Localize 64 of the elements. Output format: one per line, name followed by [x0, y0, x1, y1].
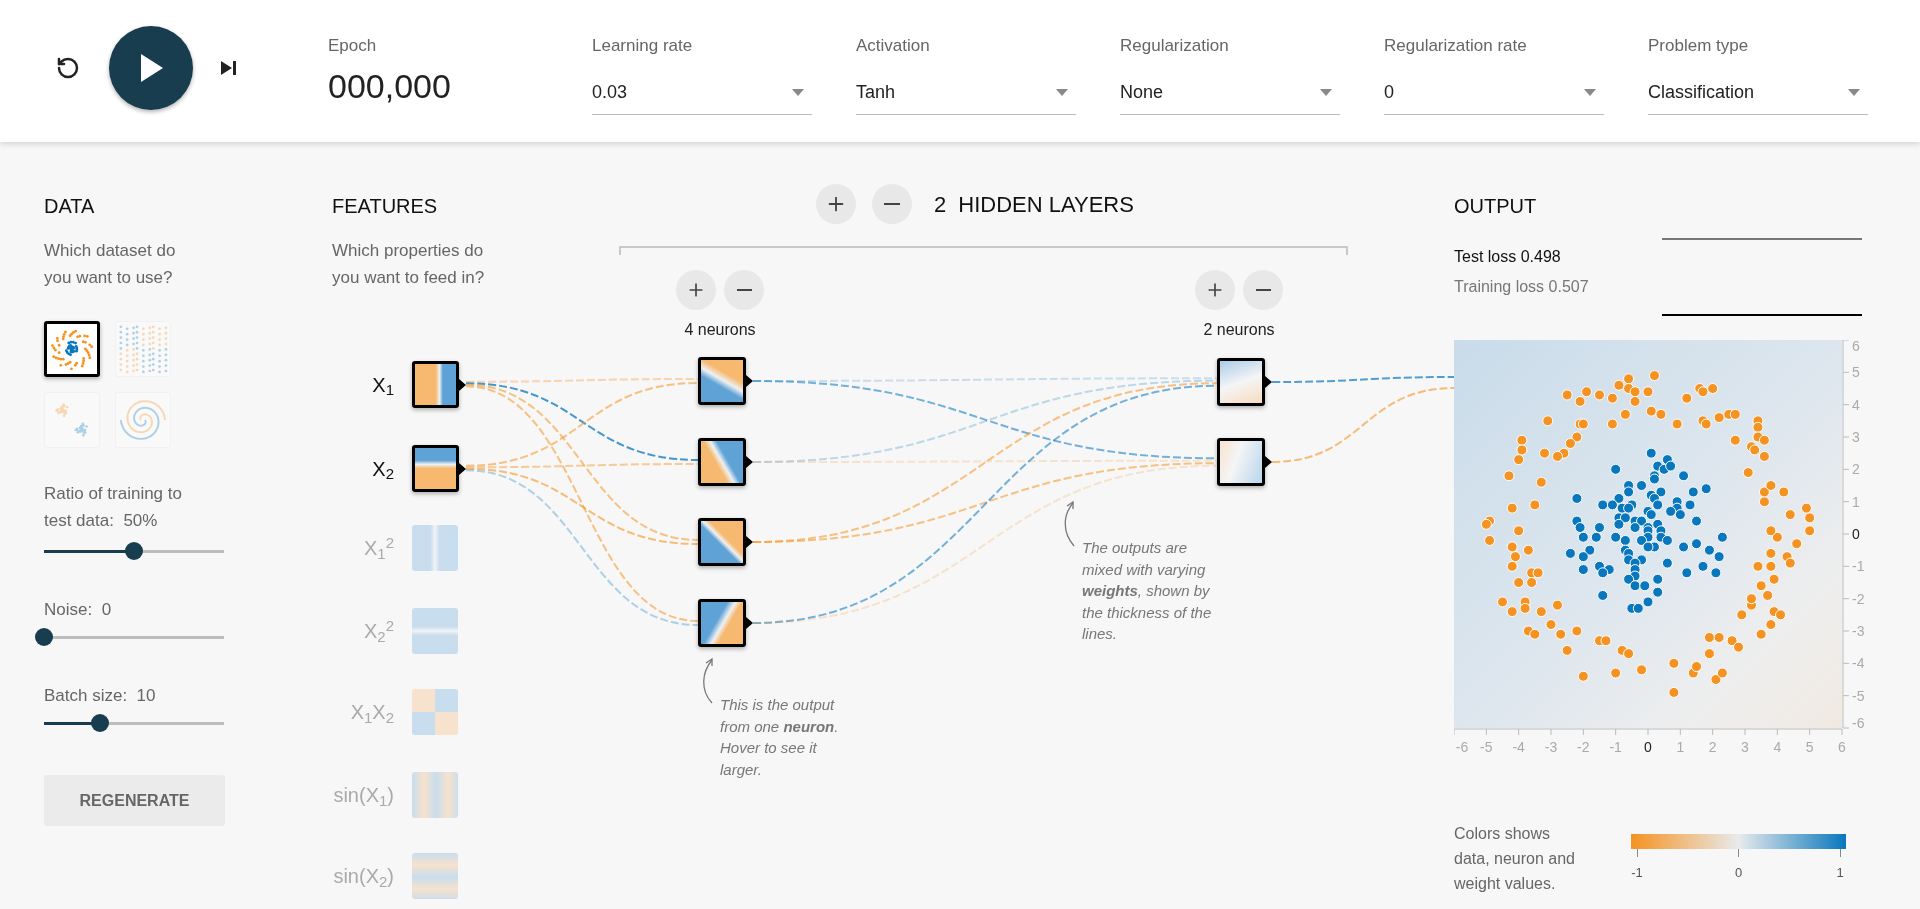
dropdown-label: Activation — [856, 35, 930, 57]
section-description: Which properties do you want to feed in? — [332, 240, 486, 289]
dropdown-label: Problem type — [1648, 35, 1749, 57]
axis-tick-label: -2 — [1577, 739, 1590, 755]
dropdown-select[interactable]: Classification — [1648, 70, 1868, 115]
axis-tick-label: 5 — [1805, 739, 1814, 755]
axis-tick-label: -5 — [1852, 687, 1865, 704]
section-heading: DATA — [44, 194, 95, 219]
annotation-text: This is the output from one neuron. Hover to see it larger. — [720, 695, 840, 780]
slider-label: Noise: 0 — [44, 599, 113, 621]
axis-tick-label: 5 — [1852, 364, 1860, 381]
regenerate-button[interactable]: REGENERATE — [44, 775, 225, 826]
axis-tick-label: 6 — [1838, 739, 1846, 755]
axis-tick-label: -3 — [1852, 623, 1865, 639]
axis-tick-label: -1 — [1852, 558, 1865, 575]
feature-label: sin(X$_{1}$) — [332, 783, 395, 810]
axis-tick-label: -2 — [1852, 590, 1865, 607]
scale-tick-label: 0 — [1734, 864, 1743, 882]
feature-label: X$_{1}$X$_{2}$ — [349, 700, 395, 727]
dropdown-select[interactable]: None — [1120, 70, 1340, 115]
layers-heading: HIDDEN LAYERS — [958, 190, 1134, 219]
axis-tick-label: 3 — [1852, 429, 1860, 445]
training-loss: Training loss 0.507 — [1454, 277, 1589, 297]
dropdown-select[interactable]: 0 — [1384, 70, 1604, 115]
axis-tick-label: 1 — [1852, 493, 1860, 510]
legend-text: Colors shows data, neuron and weight values. — [1454, 824, 1576, 894]
neuron-count: 4 neurons — [684, 320, 756, 340]
section-description: Which dataset do you want to use? — [44, 240, 177, 289]
epoch-label: Epoch — [328, 35, 377, 57]
axis-tick-label: 6 — [1852, 340, 1860, 354]
axis-tick-label: 1 — [1676, 739, 1685, 755]
feature-label: X$_{2}$ — [371, 456, 395, 484]
slider-label: Ratio of training to test data: 50% — [44, 483, 183, 532]
axis-tick-label: 0 — [1644, 739, 1652, 755]
scale-tick-label: 1 — [1836, 864, 1844, 882]
test-loss: Test loss 0.498 — [1454, 247, 1561, 267]
dropdown-select[interactable]: 0.03 — [592, 70, 812, 115]
axis-tick-label: -6 — [1455, 739, 1469, 755]
annotation-text: The outputs are mixed with varying weights, shown by the thickness of the lines. — [1082, 538, 1213, 644]
axis-tick-label: 3 — [1741, 739, 1749, 755]
dropdown-label: Learning rate — [592, 35, 693, 57]
dropdown-select[interactable]: Tanh — [856, 70, 1076, 115]
epoch-counter: 000,000 — [328, 69, 451, 103]
section-heading: FEATURES — [332, 194, 438, 219]
neuron-count: 2 neurons — [1203, 320, 1275, 340]
scale-tick-label: -1 — [1631, 864, 1643, 882]
section-heading: OUTPUT — [1454, 194, 1537, 219]
axis-tick-label: 4 — [1852, 396, 1860, 413]
layer-count: 2 — [934, 190, 947, 219]
axis-tick-label: -1 — [1609, 739, 1622, 755]
axis-tick-label: -3 — [1544, 739, 1558, 755]
dropdown-label: Regularization rate — [1384, 35, 1527, 57]
axis-tick-label: 4 — [1773, 739, 1782, 755]
axis-tick-label: -5 — [1480, 739, 1493, 755]
axis-tick-label: 2 — [1708, 739, 1717, 755]
axis-tick-label: 0 — [1852, 526, 1860, 542]
feature-label: sin(X$_{2}$) — [332, 864, 395, 891]
dropdown-label: Regularization — [1120, 35, 1229, 57]
axis-tick-label: -6 — [1852, 715, 1865, 731]
axis-tick-label: -4 — [1512, 739, 1525, 755]
axis-tick-label: 2 — [1852, 461, 1860, 478]
feature-label: X$_{1}$ — [371, 372, 395, 400]
slider-label: Batch size: 10 — [44, 685, 157, 707]
axis-tick-label: -4 — [1852, 655, 1865, 672]
